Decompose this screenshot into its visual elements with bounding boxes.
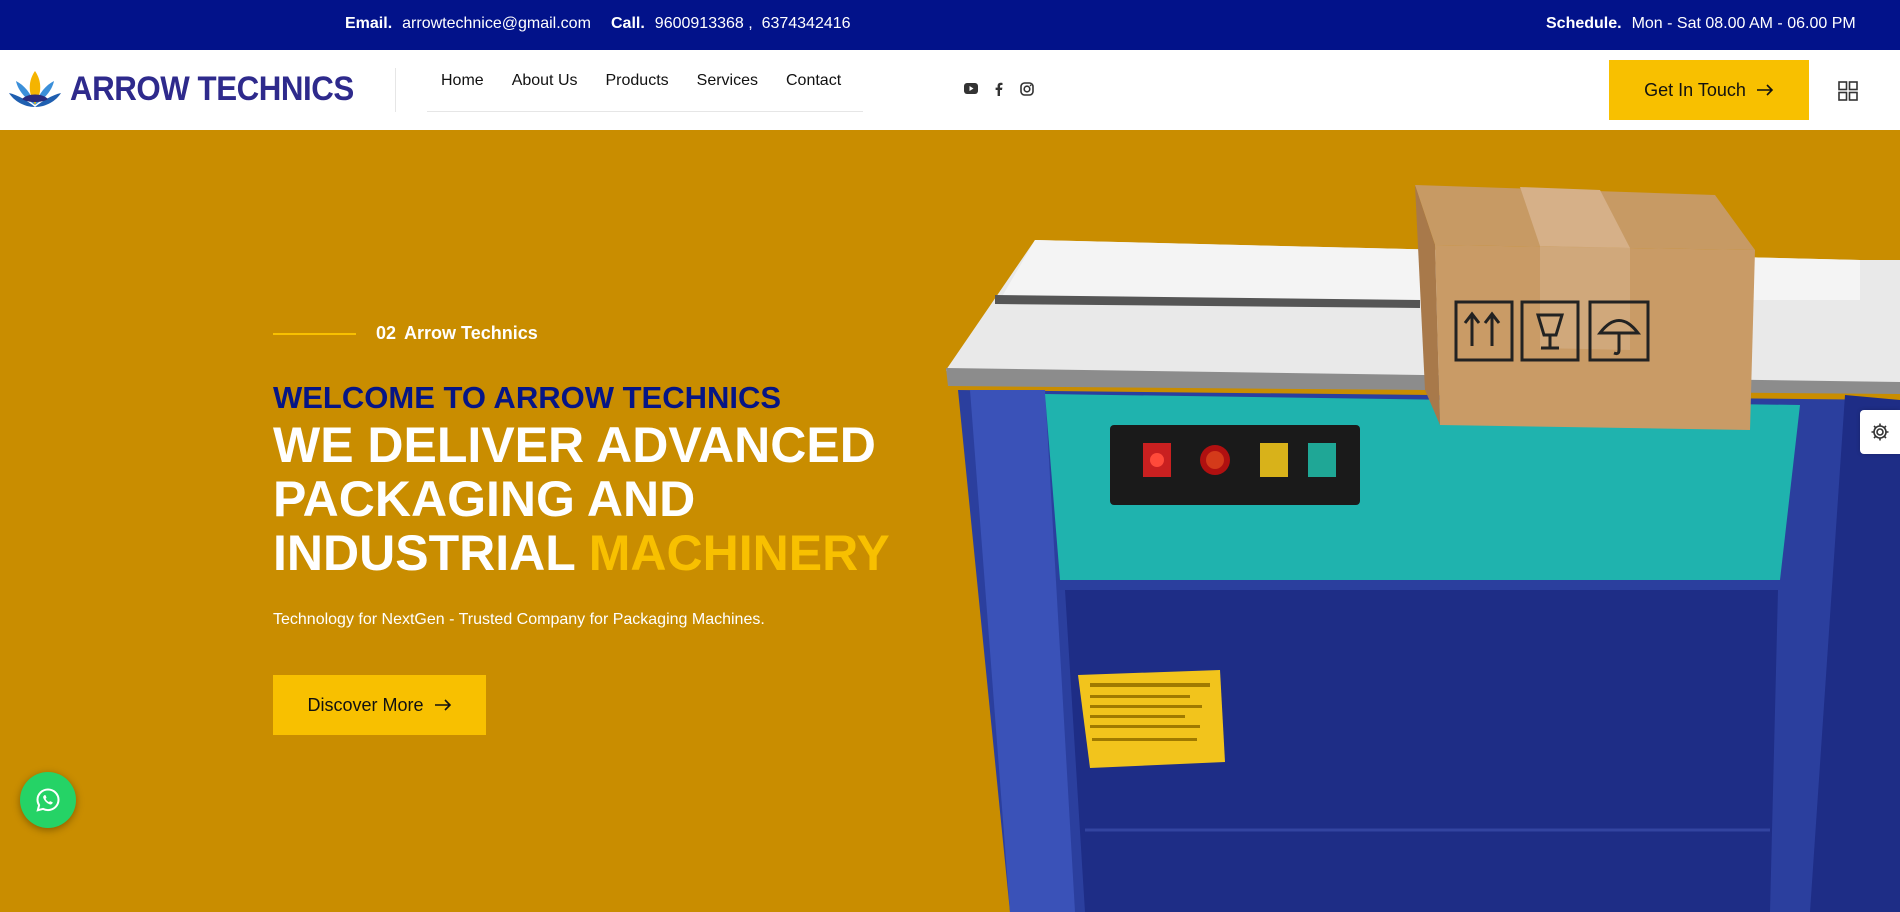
strapping-machine-image [946,185,1900,912]
nav-contact[interactable]: Contact [786,72,841,90]
arrow-right-icon [1756,84,1773,96]
get-in-touch-label: Get In Touch [1644,79,1746,100]
discover-more-label: Discover More [307,694,424,715]
brand-name: ARROW TECHNICS [70,69,354,108]
email-info[interactable]: Email. arrowtechnice@gmail.com [345,15,591,33]
phone-numbers[interactable]: 9600913368 , 6374342416 [655,15,851,32]
main-nav: Home About Us Products Services Contact [427,50,863,112]
hero-headline: WE DELIVER ADVANCED PACKAGING AND INDUST… [273,418,890,580]
gear-icon [1871,423,1889,441]
call-info[interactable]: Call. 9600913368 , 6374342416 [611,15,851,33]
facebook-icon[interactable] [990,80,1007,97]
headline-line-2: PACKAGING AND [273,471,696,527]
header-divider [395,68,396,112]
nav-about-us[interactable]: About Us [512,72,578,90]
hero-tagline: Technology for NextGen - Trusted Company… [273,611,765,628]
schedule-info: Schedule. Mon - Sat 08.00 AM - 06.00 PM [1546,15,1856,33]
hero-section: 02 Arrow Technics WELCOME TO ARROW TECHN… [0,130,1900,912]
email-label: Email. [345,15,393,32]
eyebrow-line [273,332,356,335]
brand-logo[interactable]: ARROW TECHNICS [6,64,378,114]
youtube-icon[interactable] [962,80,979,97]
site-header: ARROW TECHNICS Home About Us Products Se… [0,50,1900,130]
headline-line-3: INDUSTRIAL [273,525,589,581]
settings-tab[interactable] [1860,410,1900,454]
whatsapp-button[interactable] [20,772,76,828]
headline-accent: MACHINERY [588,525,890,581]
lotus-logo-icon [9,71,61,107]
call-label: Call. [611,15,645,32]
schedule-value: Mon - Sat 08.00 AM - 06.00 PM [1631,15,1856,32]
nav-home[interactable]: Home [441,72,484,90]
email-value[interactable]: arrowtechnice@gmail.com [402,15,591,32]
social-links [962,80,1035,97]
instagram-icon[interactable] [1018,80,1035,97]
hero-eyebrow: 02 Arrow Technics [273,323,538,344]
discover-more-button[interactable]: Discover More [273,675,486,735]
get-in-touch-button[interactable]: Get In Touch [1609,60,1809,120]
schedule-label: Schedule. [1546,15,1622,32]
eyebrow-text: Arrow Technics [404,323,538,343]
grid-menu-icon[interactable] [1838,81,1858,101]
arrow-right-icon [434,699,451,711]
whatsapp-icon [36,788,60,812]
nav-services[interactable]: Services [697,72,758,90]
headline-line-1: WE DELIVER ADVANCED [273,417,876,473]
hero-welcome: WELCOME TO ARROW TECHNICS [273,380,782,415]
slide-number: 02 [376,323,397,343]
nav-products[interactable]: Products [606,72,669,90]
top-info-bar: Email. arrowtechnice@gmail.com Call. 96009… [0,0,1900,50]
